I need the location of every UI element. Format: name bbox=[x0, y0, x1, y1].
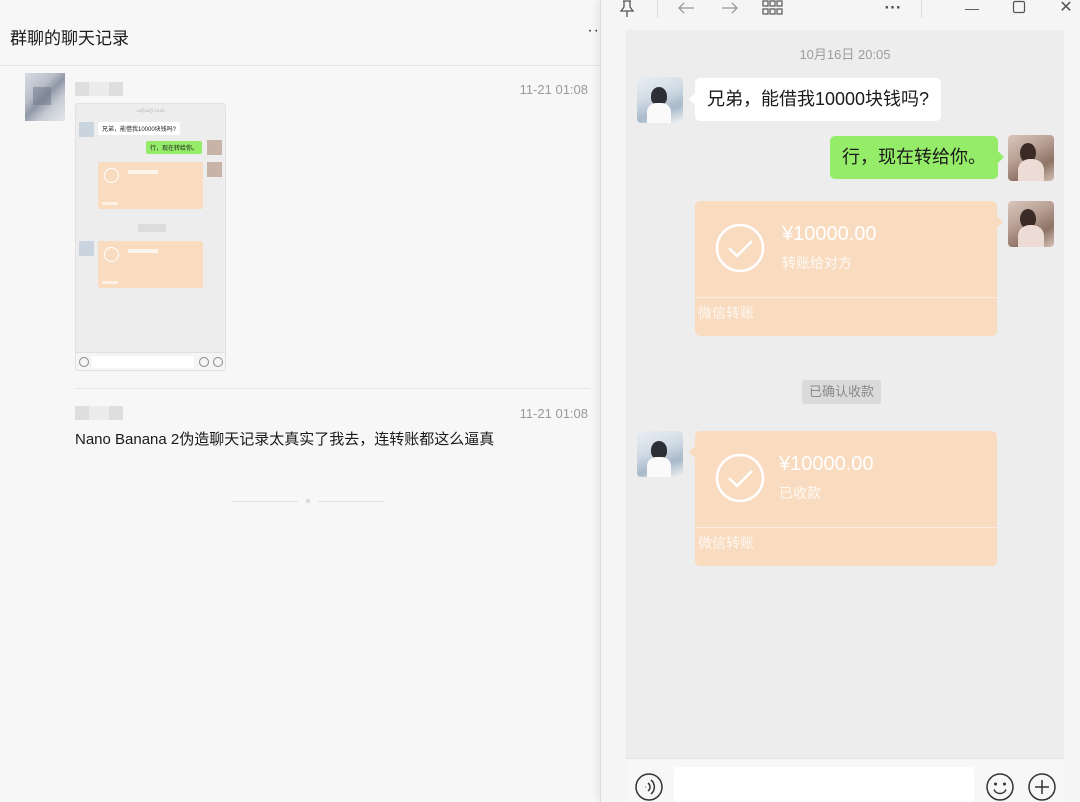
my-avatar bbox=[1008, 135, 1054, 181]
thumbnail-my-bubble: 行，现在转给你。 bbox=[146, 141, 203, 154]
chat-screenshot: 10月16日 20:05 兄弟，能借我10000块钱吗? 行，现在转给你。 ¥1… bbox=[626, 30, 1064, 758]
end-divider-dot bbox=[306, 499, 310, 503]
toolbar-divider bbox=[657, 0, 658, 18]
system-note: 已确认收款 bbox=[802, 380, 882, 404]
chat-input-bar bbox=[626, 758, 1064, 802]
thumbnail-friend-avatar bbox=[79, 241, 94, 256]
message-time: 11-21 01:08 bbox=[519, 406, 588, 421]
transfer-brand: 微信转账 bbox=[698, 305, 754, 321]
chat-history-header: 群聊的聊天记录 ·· bbox=[0, 0, 600, 66]
my-avatar bbox=[1008, 201, 1054, 247]
minimize-button[interactable]: — bbox=[963, 0, 981, 20]
transfer-brand: 微信转账 bbox=[698, 535, 754, 551]
message-input[interactable] bbox=[674, 767, 974, 802]
more-options-button[interactable]: ·· bbox=[587, 22, 600, 40]
message-text: Nano Banana 2伪造聊天记录太真实了我去，连转账都这么逼真 bbox=[75, 431, 495, 448]
sender-avatar[interactable] bbox=[25, 73, 65, 121]
thumbnail-friend-avatar bbox=[79, 122, 94, 137]
friend-avatar bbox=[637, 77, 683, 123]
image-viewer-window: ··· — ✕ 10月16日 20:05 兄弟，能借我10000块钱吗? 行，现… bbox=[600, 0, 1080, 802]
more-button[interactable]: ··· bbox=[881, 0, 905, 20]
emoji-icon[interactable] bbox=[985, 772, 1015, 802]
transfer-sent-card: ¥10000.00 转账给对方 微信转账 bbox=[695, 201, 1003, 336]
transfer-status: 已收款 bbox=[779, 485, 821, 501]
thumbnail-time: 10月16日 20:05 bbox=[136, 108, 165, 113]
thumbnail-my-avatar bbox=[207, 140, 222, 155]
thumbnail-transfer-card bbox=[98, 162, 203, 209]
voice-icon[interactable] bbox=[634, 772, 664, 802]
end-divider-right bbox=[318, 501, 384, 502]
message-time: 11-21 01:08 bbox=[519, 82, 588, 97]
chat-screenshot-thumbnail[interactable]: 10月16日 20:05 兄弟，能借我10000块钱吗? 行，现在转给你。 bbox=[75, 103, 226, 371]
thumbnail-system-note bbox=[138, 224, 166, 232]
chat-history-title: 群聊的聊天记录 bbox=[10, 29, 129, 48]
check-circle-icon bbox=[715, 223, 765, 273]
friend-avatar bbox=[637, 431, 683, 477]
sender-name bbox=[75, 406, 123, 420]
chat-history-window: 群聊的聊天记录 ·· 11-21 01:08 10月16日 20:05 兄弟，能… bbox=[0, 0, 600, 802]
arrow-left-icon[interactable] bbox=[677, 0, 695, 20]
transfer-received-card: ¥10000.00 已收款 微信转账 bbox=[689, 431, 997, 566]
viewer-toolbar: ··· — ✕ bbox=[601, 0, 1080, 30]
transfer-amount: ¥10000.00 bbox=[779, 453, 874, 475]
sender-name bbox=[75, 82, 123, 96]
maximize-icon[interactable] bbox=[1012, 0, 1028, 20]
card-divider bbox=[695, 527, 997, 528]
thumbnail-input-bar bbox=[76, 352, 225, 370]
chat-timestamp: 10月16日 20:05 bbox=[799, 47, 891, 62]
close-button[interactable]: ✕ bbox=[1058, 0, 1074, 20]
friend-message-bubble: 兄弟，能借我10000块钱吗? bbox=[688, 78, 942, 121]
my-message-bubble: 行，现在转给你。 bbox=[830, 136, 1004, 179]
record-divider bbox=[75, 388, 590, 389]
transfer-status: 转账给对方 bbox=[782, 255, 852, 271]
card-divider bbox=[695, 297, 997, 298]
grid-icon[interactable] bbox=[762, 0, 784, 20]
end-divider-left bbox=[232, 501, 298, 502]
thumbnail-transfer-card bbox=[98, 241, 203, 288]
thumbnail-friend-bubble: 兄弟，能借我10000块钱吗? bbox=[98, 122, 181, 135]
check-circle-icon bbox=[715, 453, 765, 503]
plus-icon[interactable] bbox=[1027, 772, 1057, 802]
transfer-amount: ¥10000.00 bbox=[782, 223, 877, 245]
pin-icon[interactable] bbox=[619, 0, 637, 20]
toolbar-divider bbox=[921, 0, 922, 18]
thumbnail-my-avatar bbox=[207, 162, 222, 177]
arrow-right-icon[interactable] bbox=[721, 0, 739, 20]
